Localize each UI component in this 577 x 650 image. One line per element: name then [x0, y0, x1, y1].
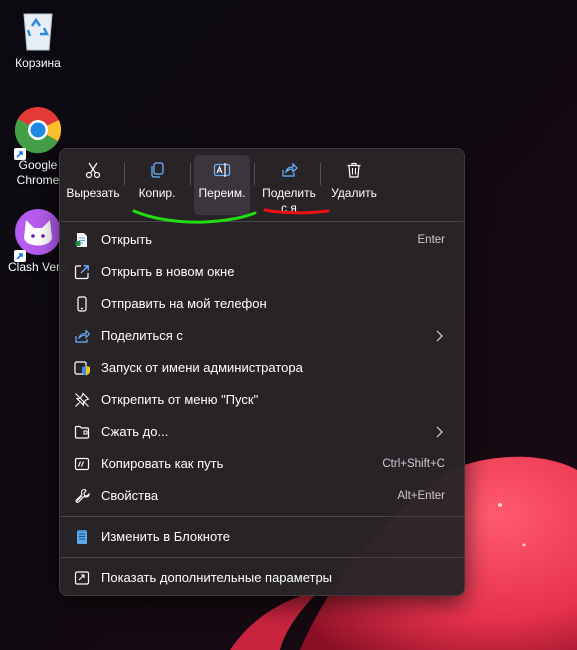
delete-button[interactable]: Удалить	[324, 155, 384, 215]
show-more-options-icon	[74, 571, 90, 585]
copy-label: Копир.	[138, 186, 176, 200]
chevron-right-icon	[436, 426, 443, 438]
copy-icon	[151, 162, 164, 178]
cut-label: Вырезать	[66, 186, 120, 200]
menu-item-share-with[interactable]: Поделиться с	[64, 321, 460, 351]
shortcut-arrow-icon	[14, 148, 26, 160]
copy-button[interactable]: Копир.	[128, 155, 186, 215]
delete-label: Удалить	[331, 186, 377, 200]
menu-item-compress-to[interactable]: Сжать до...	[64, 417, 460, 447]
menu-item-send-to-phone[interactable]: Отправить на мой телефон	[64, 289, 460, 319]
recycle-bin-desktop-icon[interactable]: Корзина	[0, 6, 76, 71]
share-icon	[75, 329, 90, 343]
share-button[interactable]: Поделитьс я	[258, 155, 320, 215]
menu-divider	[61, 221, 463, 222]
menu-item-shortcut: Ctrl+Shift+C	[382, 458, 445, 470]
unpin-icon	[75, 392, 90, 407]
rename-label: Переим.	[198, 186, 246, 200]
copy-path-icon	[74, 457, 90, 471]
menu-item-shortcut: Enter	[417, 234, 446, 246]
menu-divider	[61, 516, 463, 517]
rename-button[interactable]: Переим.	[194, 155, 250, 215]
menu-item-open[interactable]: Открыть Enter	[64, 225, 460, 255]
menu-item-copy-as-path[interactable]: Копировать как путь Ctrl+Shift+C	[64, 449, 460, 479]
menu-item-label: Изменить в Блокноте	[101, 529, 230, 544]
menu-item-unpin-start[interactable]: Открепить от меню "Пуск"	[64, 385, 460, 415]
menu-item-open-new-window[interactable]: Открыть в новом окне	[64, 257, 460, 287]
toolbar-divider	[320, 163, 321, 185]
menu-item-show-more-options[interactable]: Показать дополнительные параметры	[64, 563, 460, 593]
google-chrome-label: Google Chrome	[16, 158, 60, 187]
menu-item-label: Показать дополнительные параметры	[101, 570, 333, 585]
share-icon	[282, 162, 298, 177]
toolbar-divider	[254, 163, 255, 185]
uac-shield-icon	[74, 361, 90, 376]
scissors-icon	[85, 162, 101, 179]
chevron-right-icon	[436, 330, 443, 342]
menu-item-label: Открыть в новом окне	[101, 264, 235, 279]
notepad-file-icon	[75, 233, 87, 247]
menu-divider	[61, 557, 463, 558]
rename-icon	[213, 163, 231, 177]
menu-item-run-as-admin[interactable]: Запуск от имени администратора	[64, 353, 460, 383]
chrome-icon	[14, 107, 62, 154]
wrench-icon	[75, 488, 90, 504]
menu-item-properties[interactable]: Свойства Alt+Enter	[64, 481, 460, 511]
menu-item-edit-in-notepad[interactable]: Изменить в Блокноте	[64, 522, 460, 552]
notepad-icon	[77, 530, 87, 544]
menu-item-label: Открепить от меню "Пуск"	[101, 392, 259, 407]
menu-item-label: Поделиться с	[101, 328, 183, 343]
menu-item-label: Отправить на мой телефон	[101, 296, 267, 311]
toolbar-divider	[124, 163, 125, 185]
context-menu: Вырезать Копир. Переим. Поделитьс я Удал…	[59, 148, 465, 596]
toolbar-divider	[190, 163, 191, 185]
menu-item-label: Открыть	[101, 232, 153, 247]
menu-item-label: Запуск от имени администратора	[101, 360, 303, 375]
clash-verge-cat-icon	[15, 209, 61, 255]
zip-folder-icon	[74, 425, 90, 439]
menu-item-label: Копировать как путь	[101, 456, 224, 471]
phone-icon	[77, 296, 87, 312]
open-new-window-icon	[74, 265, 89, 280]
recycle-bin-label: Корзина	[15, 56, 61, 70]
recycle-bin-icon	[23, 13, 53, 51]
trash-icon	[347, 162, 361, 178]
share-label: Поделитьс я	[262, 186, 316, 215]
context-menu-toolbar: Вырезать Копир. Переим. Поделитьс я Удал…	[60, 149, 464, 221]
shortcut-arrow-icon	[14, 250, 26, 262]
menu-item-label: Свойства	[101, 488, 159, 503]
menu-item-shortcut: Alt+Enter	[397, 490, 445, 502]
cut-button[interactable]: Вырезать	[64, 155, 122, 215]
menu-item-label: Сжать до...	[101, 424, 169, 439]
